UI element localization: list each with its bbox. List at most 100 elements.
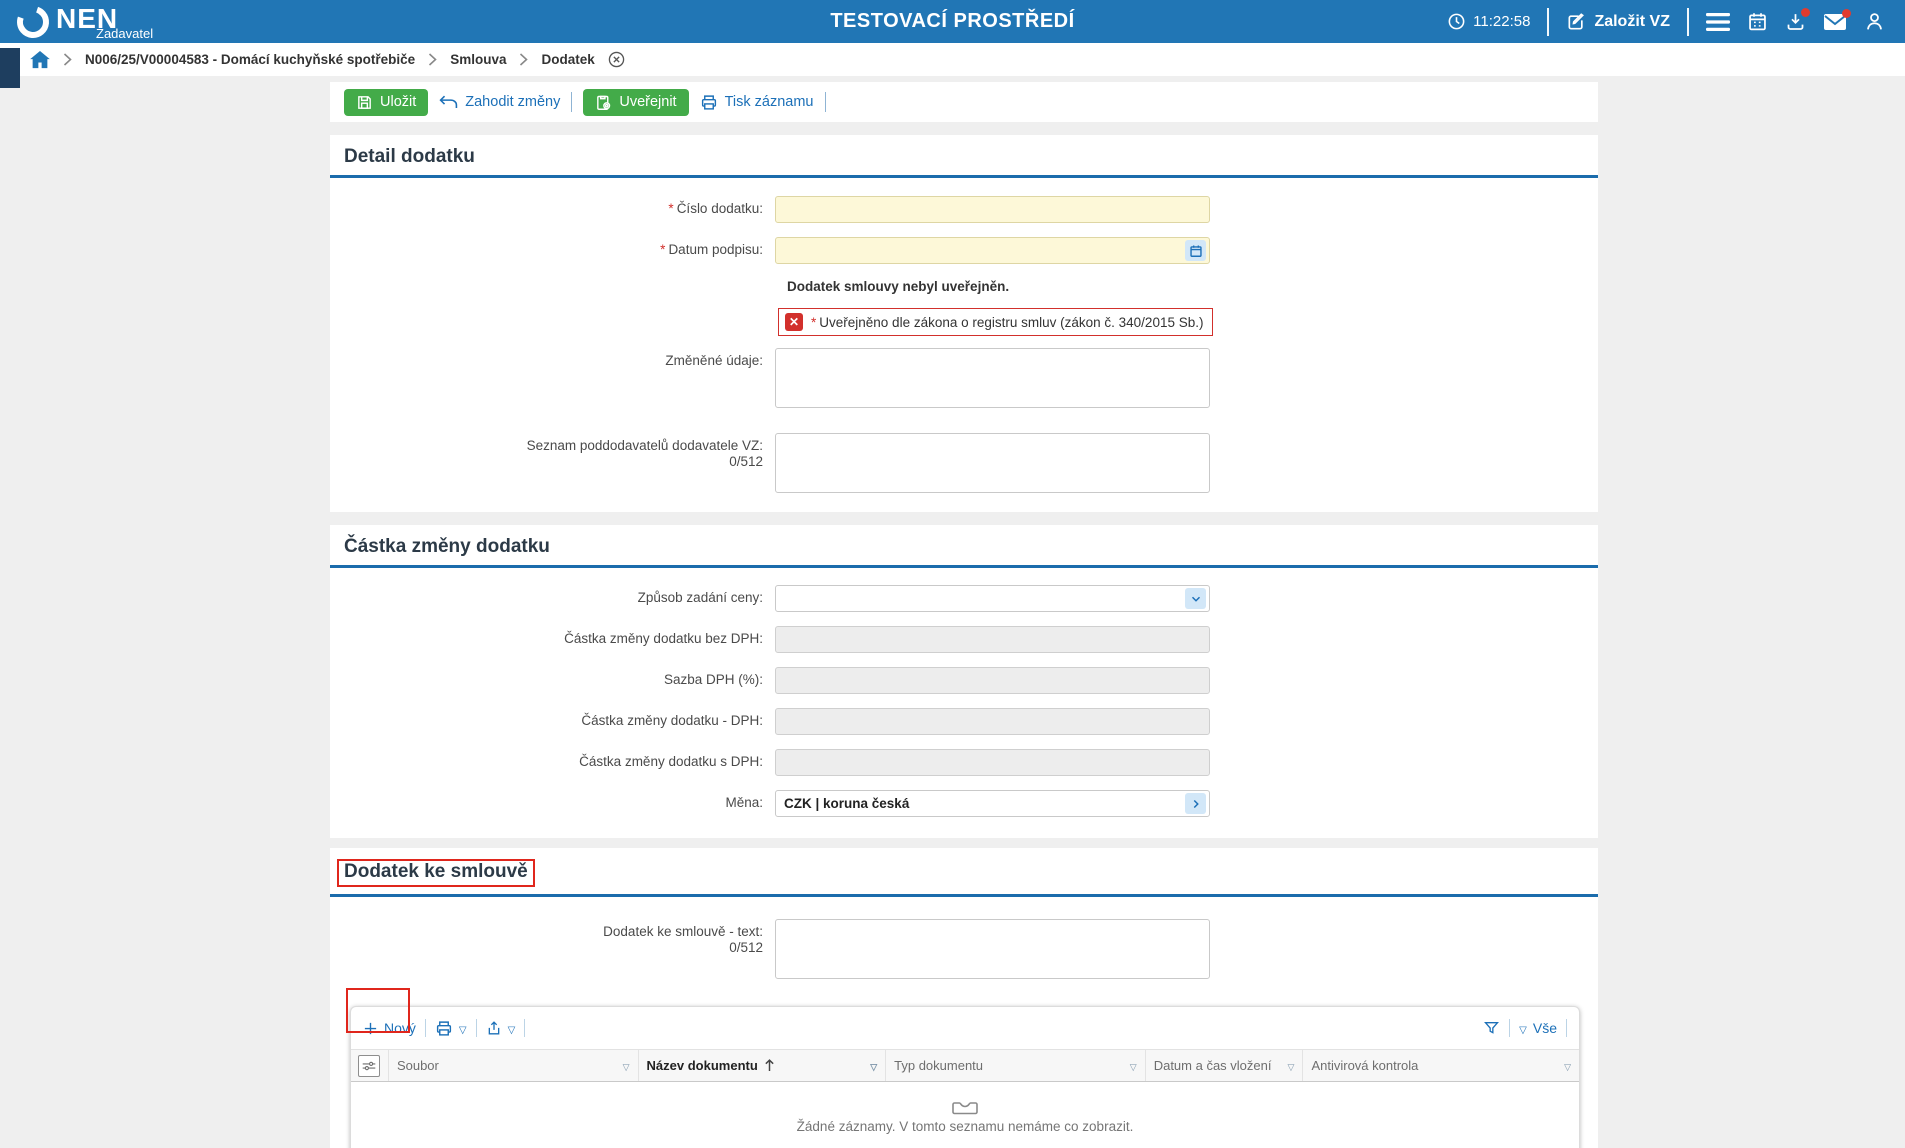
calendar-icon <box>1747 11 1768 32</box>
printer-icon <box>435 1020 453 1037</box>
column-filter-icon[interactable] <box>870 1058 877 1073</box>
castka-s-dph-input <box>775 749 1210 776</box>
column-header-typ-dokumentu[interactable]: Typ dokumentu <box>886 1050 1146 1081</box>
calendar-icon <box>1189 244 1203 258</box>
save-button[interactable]: Uložit <box>344 89 428 116</box>
person-icon <box>1864 11 1885 32</box>
record-toolbar: Uložit Zahodit změny Uveřejnit Tisk zázn… <box>330 82 1598 122</box>
required-marker: * <box>668 201 673 216</box>
select-dropdown-button[interactable] <box>1185 588 1206 609</box>
downloads-button[interactable] <box>1785 11 1806 32</box>
toolbar-separator <box>1566 1019 1567 1037</box>
user-button[interactable] <box>1864 11 1885 32</box>
seznam-poddodavatelu-textarea[interactable] <box>775 433 1210 493</box>
close-tab-button[interactable] <box>608 51 625 68</box>
create-vz-button[interactable]: Založit VZ <box>1566 12 1670 32</box>
empty-message: Žádné záznamy. V tomto seznamu nemáme co… <box>797 1119 1134 1134</box>
breadcrumb-item-contract[interactable]: Smlouva <box>450 52 506 67</box>
filter-button[interactable] <box>1483 1020 1500 1036</box>
print-record-button[interactable]: Tisk záznamu <box>700 94 814 111</box>
documents-table-header: Soubor Název dokumentu Typ dokumentu Dat… <box>351 1049 1579 1082</box>
field-label: Seznam poddodavatelů dodavatele VZ: 0/51… <box>330 433 775 470</box>
mena-open-button[interactable] <box>1185 793 1206 814</box>
documents-table-card: Nový <box>350 1006 1580 1148</box>
chevron-right-icon <box>1190 798 1202 810</box>
column-header-antivirova-kontrola[interactable]: Antivirová kontrola <box>1303 1050 1579 1081</box>
discard-changes-button[interactable]: Zahodit změny <box>439 94 560 110</box>
sidebar-edge-tab[interactable] <box>0 48 20 88</box>
registry-label: Uveřejněno dle zákona o registru smluv (… <box>819 315 1203 330</box>
create-vz-label: Založit VZ <box>1594 13 1670 31</box>
castka-dph-input <box>775 708 1210 735</box>
documents-toolbar: Nový <box>351 1007 1579 1049</box>
cislo-dodatku-input[interactable] <box>775 196 1210 223</box>
hamburger-icon <box>1706 12 1730 32</box>
field-label: Sazba DPH (%): <box>330 667 775 688</box>
toolbar-separator <box>425 1019 426 1037</box>
date-picker-button[interactable] <box>1185 240 1206 261</box>
funnel-icon <box>1483 1020 1500 1036</box>
dropdown-triangle-icon <box>459 1020 467 1036</box>
column-filter-icon[interactable] <box>623 1058 630 1073</box>
empty-state: Žádné záznamy. V tomto seznamu nemáme co… <box>351 1082 1579 1148</box>
dropdown-triangle-icon <box>508 1020 516 1036</box>
column-settings-button[interactable] <box>351 1050 389 1081</box>
notification-dot <box>1842 9 1851 18</box>
breadcrumb-item-addendum[interactable]: Dodatek <box>541 52 594 67</box>
chevron-right-icon <box>428 53 437 66</box>
dodatek-text-textarea[interactable] <box>775 919 1210 979</box>
field-label: Částka změny dodatku s DPH: <box>330 749 775 770</box>
castka-bez-dph-input <box>775 626 1210 653</box>
save-icon <box>356 94 373 111</box>
edit-icon <box>1566 12 1586 32</box>
nen-logo[interactable]: NEN Zadavatel <box>0 0 118 43</box>
publish-button[interactable]: Uveřejnit <box>583 89 688 116</box>
mena-field[interactable]: CZK | koruna česká <box>775 790 1210 817</box>
new-document-label: Nový <box>384 1020 416 1036</box>
column-filter-icon[interactable] <box>1130 1058 1137 1073</box>
column-header-nazev-dokumentu[interactable]: Název dokumentu <box>639 1050 887 1081</box>
field-label: *Číslo dodatku: <box>330 196 775 217</box>
breadcrumb: N006/25/V00004583 - Domácí kuchyňské spo… <box>0 43 1905 76</box>
menu-button[interactable] <box>1706 12 1730 32</box>
dropdown-triangle-icon <box>1519 1020 1527 1036</box>
not-published-note: Dodatek smlouvy nebyl uveřejněn. <box>787 278 1598 295</box>
new-document-button[interactable]: Nový <box>363 1020 416 1036</box>
chevron-right-icon <box>519 53 528 66</box>
export-icon <box>486 1020 502 1037</box>
sazba-dph-input <box>775 667 1210 694</box>
toolbar-separator <box>476 1019 477 1037</box>
chevron-right-icon <box>63 53 72 66</box>
home-button[interactable] <box>30 51 50 69</box>
brand-subtitle: Zadavatel <box>96 26 153 41</box>
field-label: Dodatek ke smlouvě - text: 0/512 <box>330 919 775 956</box>
save-label: Uložit <box>380 94 416 110</box>
column-filter-icon[interactable] <box>1564 1058 1571 1073</box>
header-separator <box>1547 8 1549 36</box>
calendar-button[interactable] <box>1747 11 1768 32</box>
home-icon <box>30 51 50 69</box>
column-filter-icon[interactable] <box>1288 1058 1295 1073</box>
column-header-soubor[interactable]: Soubor <box>389 1050 639 1081</box>
print-table-button[interactable] <box>435 1020 467 1037</box>
environment-title: TESTOVACÍ PROSTŘEDÍ <box>830 10 1074 33</box>
breadcrumb-item-procurement[interactable]: N006/25/V00004583 - Domácí kuchyňské spo… <box>85 52 415 67</box>
sort-ascending-icon <box>764 1059 775 1072</box>
clock: 11:22:58 <box>1447 12 1530 31</box>
messages-button[interactable] <box>1823 12 1847 32</box>
notification-dot <box>1801 8 1810 17</box>
view-all-label: Vše <box>1533 1020 1557 1036</box>
export-button[interactable] <box>486 1020 516 1037</box>
toolbar-separator <box>571 92 572 112</box>
field-label: Částka změny dodatku bez DPH: <box>330 626 775 647</box>
char-counter: 0/512 <box>729 940 763 955</box>
column-header-datum-vlozeni[interactable]: Datum a čas vložení <box>1146 1050 1304 1081</box>
zpusob-zadani-ceny-select[interactable] <box>775 585 1210 612</box>
view-all-button[interactable]: Vše <box>1519 1020 1557 1036</box>
datum-podpisu-input[interactable] <box>775 237 1210 264</box>
zmenene-udaje-textarea[interactable] <box>775 348 1210 408</box>
toolbar-separator <box>524 1019 525 1037</box>
clock-time: 11:22:58 <box>1473 13 1530 30</box>
publish-label: Uveřejnit <box>619 94 676 110</box>
char-counter: 0/512 <box>729 454 763 469</box>
